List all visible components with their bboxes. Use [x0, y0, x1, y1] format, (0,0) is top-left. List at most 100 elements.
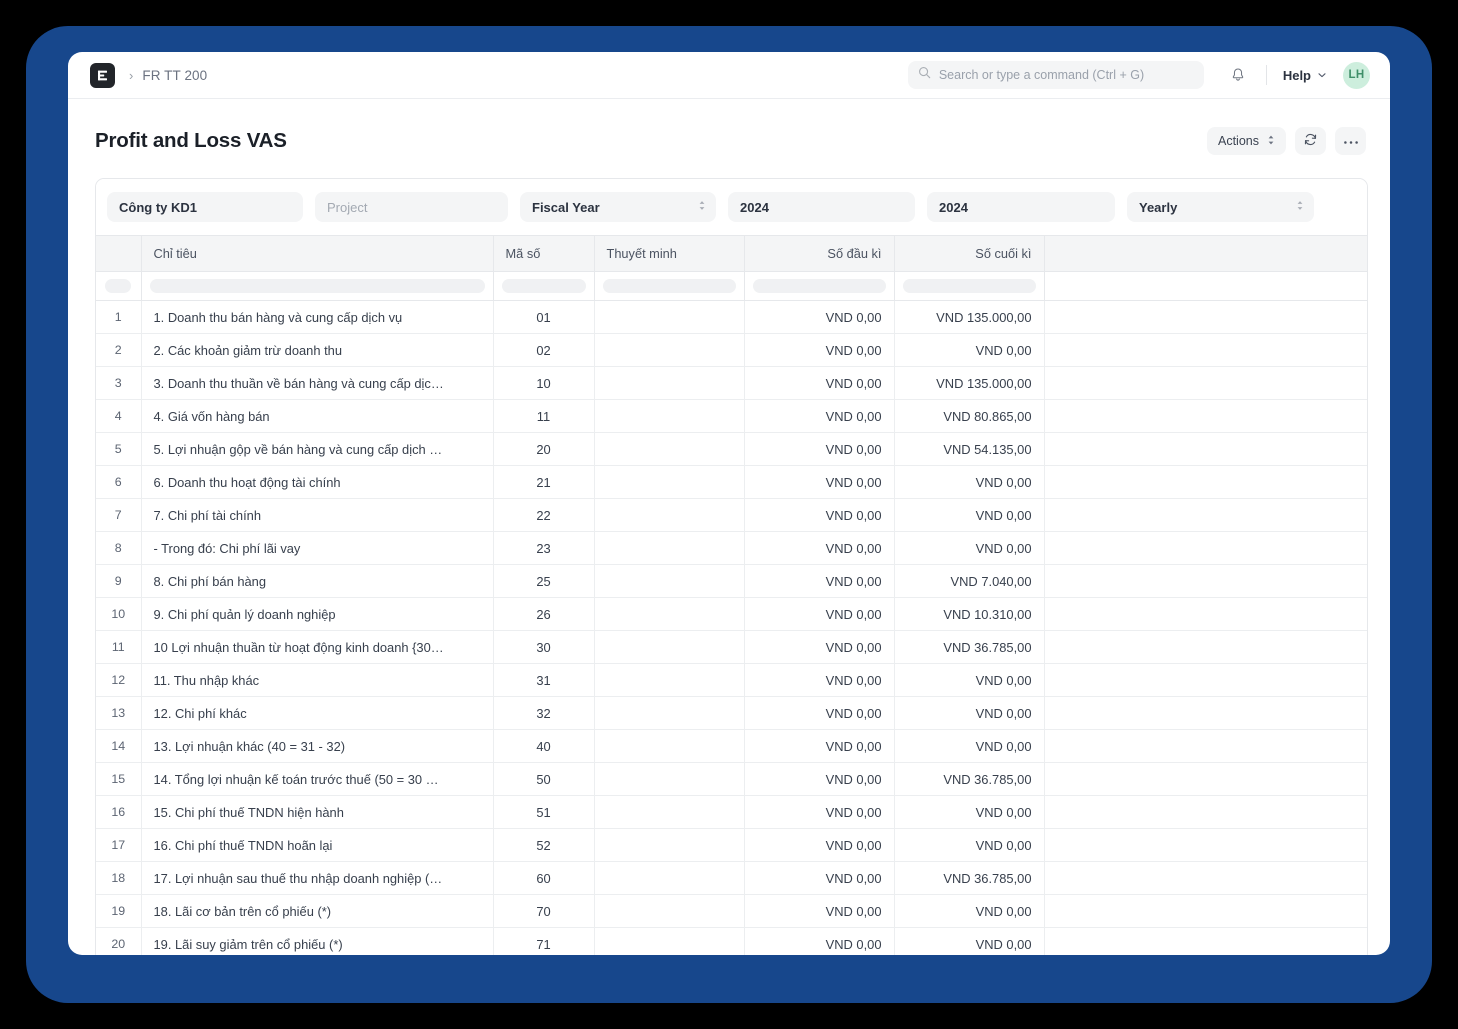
cell-chi-tieu[interactable]: 5. Lợi nhuận gộp về bán hàng và cung cấp…: [141, 432, 494, 466]
cell-chi-tieu[interactable]: - Trong đó: Chi phí lãi vay: [141, 531, 494, 565]
filter-cell-so-dau-ki[interactable]: [744, 271, 895, 301]
cell-so-dau-ki[interactable]: VND 0,00: [744, 762, 895, 796]
column-header-index[interactable]: [96, 235, 142, 272]
column-header-thuyet-minh[interactable]: Thuyết minh: [594, 235, 745, 272]
search-input[interactable]: [938, 68, 1194, 82]
cell-ma-so[interactable]: 30: [493, 630, 595, 664]
cell-thuyet-minh[interactable]: [594, 927, 745, 955]
cell-chi-tieu[interactable]: 8. Chi phí bán hàng: [141, 564, 494, 598]
filter-cell-so-cuoi-ki[interactable]: [894, 271, 1045, 301]
table-row[interactable]: 13 12. Chi phí khác 32 VND 0,00 VND 0,00: [96, 696, 1367, 730]
table-row[interactable]: 10 9. Chi phí quản lý doanh nghiệp 26 VND 0…: [96, 597, 1367, 631]
cell-ma-so[interactable]: 70: [493, 894, 595, 928]
table-row[interactable]: 1 1. Doanh thu bán hàng và cung cấp dịch …: [96, 300, 1367, 334]
column-header-chi-tieu[interactable]: Chỉ tiêu: [141, 235, 494, 272]
cell-chi-tieu[interactable]: 7. Chi phí tài chính: [141, 498, 494, 532]
filter-project[interactable]: Project: [315, 192, 508, 222]
filter-from-fiscal-year[interactable]: 2024: [728, 192, 915, 222]
cell-so-dau-ki[interactable]: VND 0,00: [744, 630, 895, 664]
cell-thuyet-minh[interactable]: [594, 729, 745, 763]
table-row[interactable]: 3 3. Doanh thu thuần về bán hàng và cung …: [96, 366, 1367, 400]
cell-chi-tieu[interactable]: 1. Doanh thu bán hàng và cung cấp dịch v…: [141, 300, 494, 334]
cell-so-dau-ki[interactable]: VND 0,00: [744, 564, 895, 598]
filter-periodicity[interactable]: Yearly: [1127, 192, 1314, 222]
cell-thuyet-minh[interactable]: [594, 366, 745, 400]
table-row[interactable]: 17 16. Chi phí thuế TNDN hoãn lại 52 VND 0,…: [96, 828, 1367, 862]
cell-thuyet-minh[interactable]: [594, 663, 745, 697]
cell-chi-tieu[interactable]: 13. Lợi nhuận khác (40 = 31 - 32): [141, 729, 494, 763]
cell-so-cuoi-ki[interactable]: VND 36.785,00: [894, 861, 1045, 895]
cell-so-dau-ki[interactable]: VND 0,00: [744, 729, 895, 763]
table-row[interactable]: 7 7. Chi phí tài chính 22 VND 0,00 VND 0,00: [96, 498, 1367, 532]
cell-thuyet-minh[interactable]: [594, 498, 745, 532]
table-row[interactable]: 12 11. Thu nhập khác 31 VND 0,00 VND 0,00: [96, 663, 1367, 697]
cell-ma-so[interactable]: 26: [493, 597, 595, 631]
cell-so-cuoi-ki[interactable]: VND 0,00: [894, 894, 1045, 928]
cell-ma-so[interactable]: 52: [493, 828, 595, 862]
table-row[interactable]: 9 8. Chi phí bán hàng 25 VND 0,00 VND 7.040,…: [96, 564, 1367, 598]
cell-ma-so[interactable]: 21: [493, 465, 595, 499]
cell-chi-tieu[interactable]: 12. Chi phí khác: [141, 696, 494, 730]
cell-chi-tieu[interactable]: 16. Chi phí thuế TNDN hoãn lại: [141, 828, 494, 862]
cell-chi-tieu[interactable]: 19. Lãi suy giảm trên cổ phiếu (*): [141, 927, 494, 955]
cell-chi-tieu[interactable]: 6. Doanh thu hoạt động tài chính: [141, 465, 494, 499]
cell-ma-so[interactable]: 22: [493, 498, 595, 532]
breadcrumb-item-fr-tt-200[interactable]: FR TT 200: [142, 68, 207, 83]
cell-ma-so[interactable]: 10: [493, 366, 595, 400]
cell-chi-tieu[interactable]: 9. Chi phí quản lý doanh nghiệp: [141, 597, 494, 631]
cell-so-dau-ki[interactable]: VND 0,00: [744, 366, 895, 400]
table-row[interactable]: 6 6. Doanh thu hoạt động tài chính 21 VND 0…: [96, 465, 1367, 499]
cell-ma-so[interactable]: 23: [493, 531, 595, 565]
filter-cell-ma-so[interactable]: [493, 271, 595, 301]
search-box[interactable]: [907, 61, 1204, 89]
cell-chi-tieu[interactable]: 2. Các khoản giảm trừ doanh thu: [141, 333, 494, 367]
cell-chi-tieu[interactable]: 3. Doanh thu thuần về bán hàng và cung c…: [141, 366, 494, 400]
cell-chi-tieu[interactable]: 11. Thu nhập khác: [141, 663, 494, 697]
avatar[interactable]: LH: [1343, 61, 1370, 89]
cell-so-cuoi-ki[interactable]: VND 80.865,00: [894, 399, 1045, 433]
cell-chi-tieu[interactable]: 4. Giá vốn hàng bán: [141, 399, 494, 433]
cell-ma-so[interactable]: 11: [493, 399, 595, 433]
cell-so-cuoi-ki[interactable]: VND 0,00: [894, 795, 1045, 829]
filter-cell-chi-tieu[interactable]: [141, 271, 494, 301]
filter-to-fiscal-year[interactable]: 2024: [927, 192, 1115, 222]
table-row[interactable]: 19 18. Lãi cơ bản trên cổ phiếu (*) 70 VND …: [96, 894, 1367, 928]
refresh-button[interactable]: [1295, 127, 1326, 155]
cell-so-cuoi-ki[interactable]: VND 7.040,00: [894, 564, 1045, 598]
cell-thuyet-minh[interactable]: [594, 531, 745, 565]
cell-so-dau-ki[interactable]: VND 0,00: [744, 894, 895, 928]
more-options-button[interactable]: [1335, 127, 1366, 155]
table-row[interactable]: 8 - Trong đó: Chi phí lãi vay 23 VND 0,00 V…: [96, 531, 1367, 565]
cell-thuyet-minh[interactable]: [594, 795, 745, 829]
cell-thuyet-minh[interactable]: [594, 861, 745, 895]
cell-so-dau-ki[interactable]: VND 0,00: [744, 333, 895, 367]
cell-thuyet-minh[interactable]: [594, 597, 745, 631]
cell-chi-tieu[interactable]: 15. Chi phí thuế TNDN hiện hành: [141, 795, 494, 829]
cell-so-dau-ki[interactable]: VND 0,00: [744, 300, 895, 334]
cell-so-dau-ki[interactable]: VND 0,00: [744, 531, 895, 565]
cell-so-dau-ki[interactable]: VND 0,00: [744, 663, 895, 697]
actions-button[interactable]: Actions: [1207, 127, 1286, 155]
cell-ma-so[interactable]: 51: [493, 795, 595, 829]
cell-so-cuoi-ki[interactable]: VND 0,00: [894, 333, 1045, 367]
cell-so-dau-ki[interactable]: VND 0,00: [744, 498, 895, 532]
cell-so-cuoi-ki[interactable]: VND 0,00: [894, 531, 1045, 565]
table-row[interactable]: 11 10 Lợi nhuận thuần từ hoạt động kinh d…: [96, 630, 1367, 664]
cell-so-dau-ki[interactable]: VND 0,00: [744, 795, 895, 829]
cell-so-cuoi-ki[interactable]: VND 0,00: [894, 465, 1045, 499]
cell-thuyet-minh[interactable]: [594, 300, 745, 334]
cell-so-cuoi-ki[interactable]: VND 135.000,00: [894, 366, 1045, 400]
bell-icon[interactable]: [1226, 63, 1250, 87]
cell-thuyet-minh[interactable]: [594, 432, 745, 466]
cell-so-cuoi-ki[interactable]: VND 10.310,00: [894, 597, 1045, 631]
cell-so-dau-ki[interactable]: VND 0,00: [744, 927, 895, 955]
cell-so-dau-ki[interactable]: VND 0,00: [744, 696, 895, 730]
table-row[interactable]: 15 14. Tổng lợi nhuận kế toán trước thuế …: [96, 762, 1367, 796]
erpnext-logo-icon[interactable]: [90, 62, 115, 88]
cell-thuyet-minh[interactable]: [594, 630, 745, 664]
cell-thuyet-minh[interactable]: [594, 399, 745, 433]
cell-so-dau-ki[interactable]: VND 0,00: [744, 399, 895, 433]
cell-ma-so[interactable]: 25: [493, 564, 595, 598]
cell-ma-so[interactable]: 50: [493, 762, 595, 796]
filter-company[interactable]: Công ty KD1: [107, 192, 303, 222]
